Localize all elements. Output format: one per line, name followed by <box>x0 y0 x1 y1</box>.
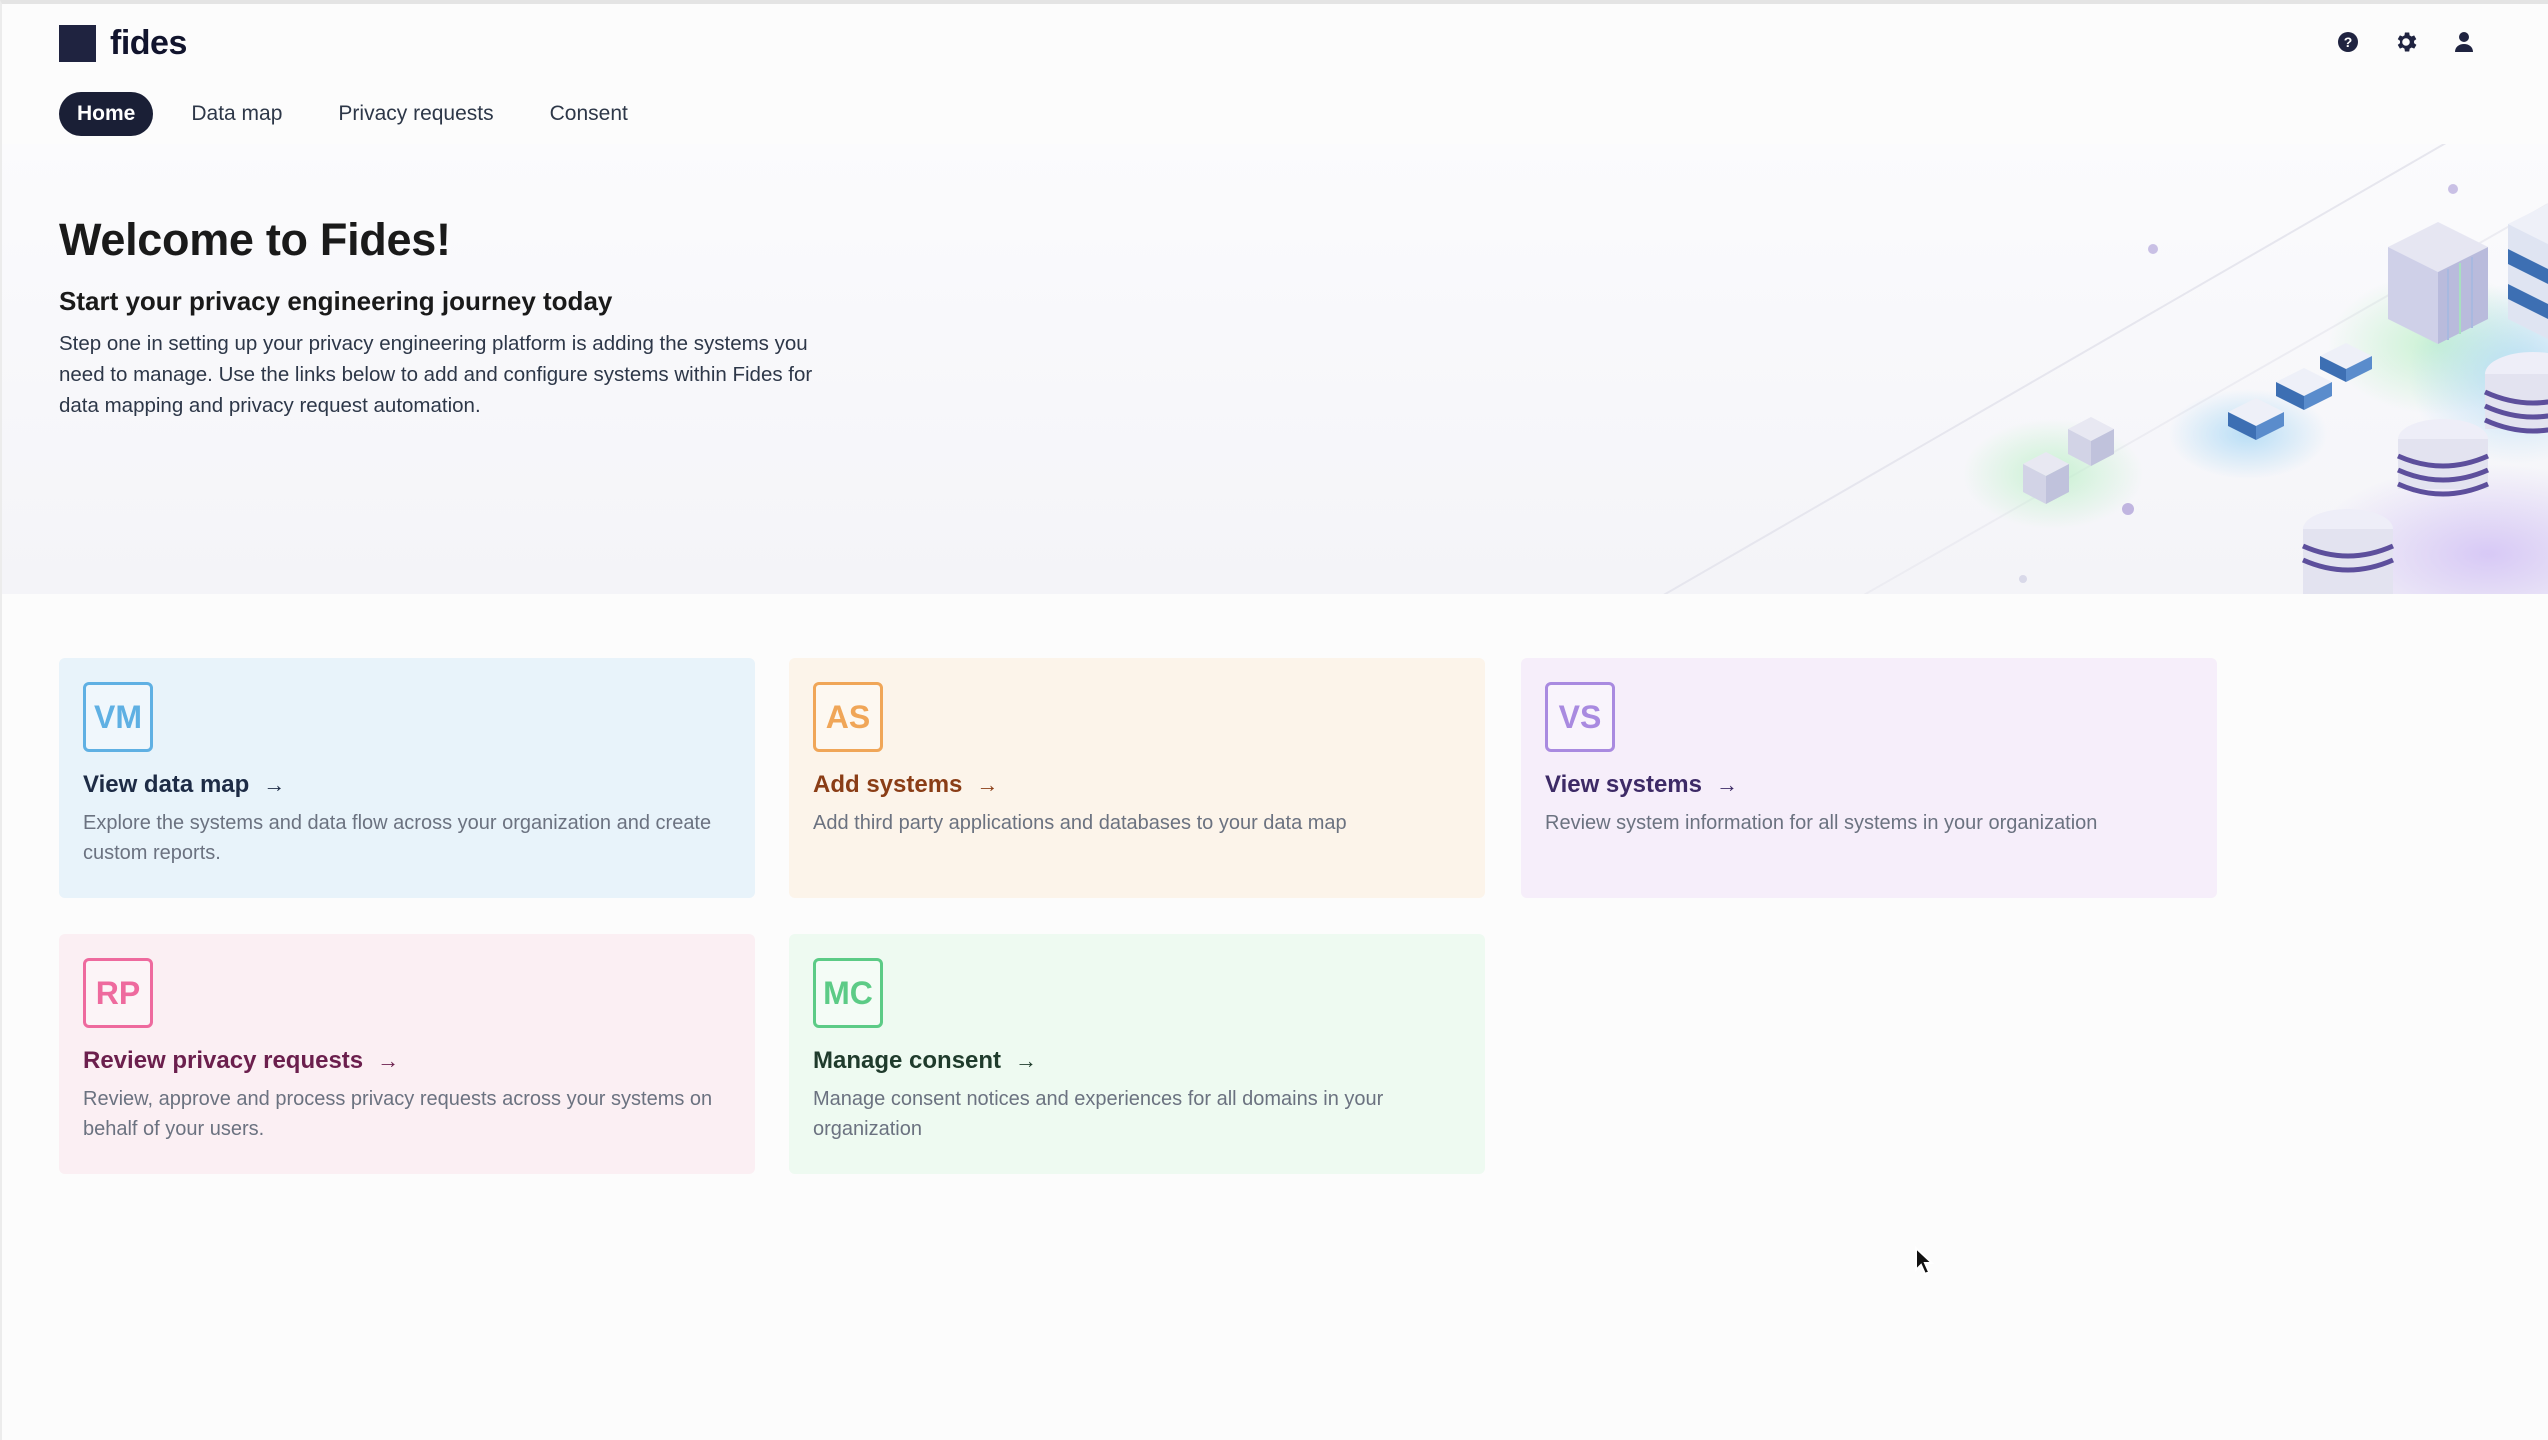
hero-subtitle: Start your privacy engineering journey t… <box>59 286 613 316</box>
nav-consent[interactable]: Consent <box>532 92 646 136</box>
card-manage-consent[interactable]: MC Manage consent → Manage consent notic… <box>789 934 1485 1174</box>
card-add-systems[interactable]: AS Add systems → Add third party applica… <box>789 658 1485 898</box>
card-title: Manage consent <box>813 1047 1002 1074</box>
card-link-review-privacy-requests[interactable]: Review privacy requests → <box>83 1047 399 1075</box>
card-description: Add third party applications and databas… <box>813 812 1347 834</box>
help-icon[interactable]: ? <box>2334 28 2362 56</box>
app-window: fides ? Home Data map Privacy requests C… <box>0 0 2548 1440</box>
header-actions: ? <box>2334 28 2478 56</box>
brand-logo[interactable]: fides <box>59 24 187 63</box>
svg-text:?: ? <box>2344 34 2353 50</box>
settings-gear-icon[interactable] <box>2392 28 2420 56</box>
logo-mark-icon <box>59 25 96 62</box>
card-badge: MC <box>813 958 883 1028</box>
card-link-manage-consent[interactable]: Manage consent → <box>813 1047 1037 1075</box>
card-title: View data map <box>83 771 250 798</box>
card-view-systems[interactable]: VS View systems → Review system informat… <box>1521 658 2217 898</box>
card-badge: VS <box>1545 682 1615 752</box>
arrow-right-icon: → <box>263 772 286 797</box>
main-nav: Home Data map Privacy requests Consent <box>59 92 646 136</box>
arrow-right-icon: → <box>976 772 999 797</box>
mouse-cursor-icon <box>1915 1246 1935 1276</box>
card-title: Add systems <box>813 771 963 798</box>
nav-home[interactable]: Home <box>59 92 154 136</box>
card-title: View systems <box>1545 771 1702 798</box>
card-link-view-systems[interactable]: View systems → <box>1545 771 1738 799</box>
card-description: Review, approve and process privacy requ… <box>83 1088 713 1140</box>
card-review-privacy-requests[interactable]: RP Review privacy requests → Review, app… <box>59 934 755 1174</box>
card-badge: AS <box>813 682 883 752</box>
welcome-hero: Welcome to Fides! Start your privacy eng… <box>2 144 2548 594</box>
card-description: Manage consent notices and experiences f… <box>813 1088 1384 1140</box>
card-badge: RP <box>83 958 153 1028</box>
nav-privacy-requests[interactable]: Privacy requests <box>320 92 511 136</box>
arrow-right-icon: → <box>377 1048 400 1073</box>
card-description: Explore the systems and data flow across… <box>83 812 712 864</box>
card-view-data-map[interactable]: VM View data map → Explore the systems a… <box>59 658 755 898</box>
hero-illustration <box>1663 144 2548 594</box>
card-description: Review system information for all system… <box>1545 812 2098 834</box>
brand-name: fides <box>110 24 187 62</box>
arrow-right-icon: → <box>1015 1048 1038 1073</box>
card-title: Review privacy requests <box>83 1047 364 1074</box>
page-title: Welcome to Fides! <box>59 214 451 265</box>
nav-data-map[interactable]: Data map <box>173 92 300 136</box>
hero-description: Step one in setting up your privacy engi… <box>59 332 813 417</box>
card-badge: VM <box>83 682 153 752</box>
user-icon[interactable] <box>2450 28 2478 56</box>
top-header: fides ? <box>2 4 2548 84</box>
card-link-view-data-map[interactable]: View data map → <box>83 771 285 799</box>
card-link-add-systems[interactable]: Add systems → <box>813 771 998 799</box>
arrow-right-icon: → <box>1716 772 1738 797</box>
